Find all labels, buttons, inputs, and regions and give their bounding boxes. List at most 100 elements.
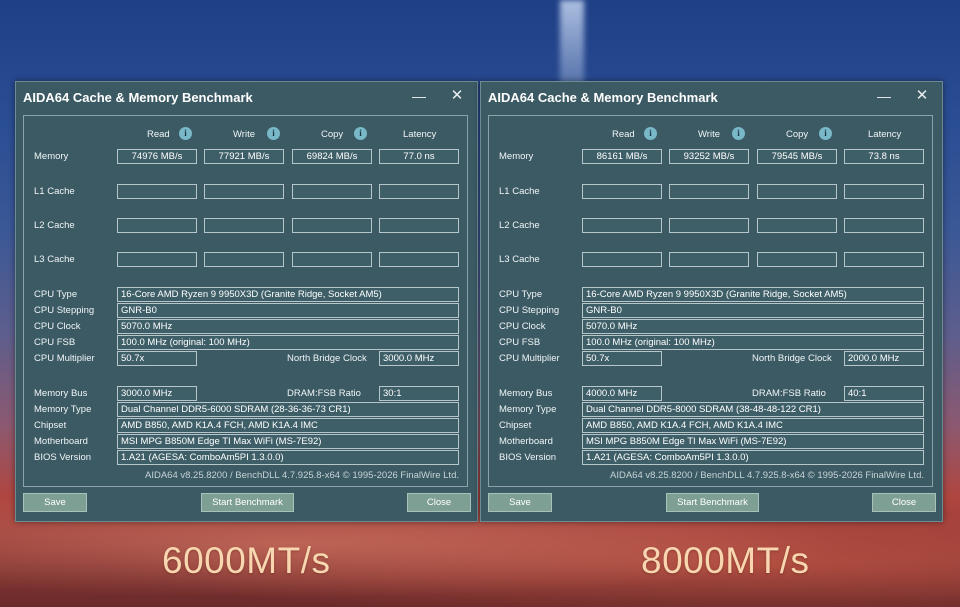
row-label-memory: Memory [34, 151, 69, 162]
l1-copy-value [292, 184, 372, 199]
chipset-value: AMD B850, AMD K1A.4 FCH, AMD K1A.4 IMC [117, 418, 459, 433]
cpu-fsb-value: 100.0 MHz (original: 100 MHz) [117, 335, 459, 350]
row-label-l2: L2 Cache [499, 220, 540, 231]
memory-read-value: 86161 MB/s [582, 149, 662, 164]
info-icon[interactable]: i [819, 127, 832, 140]
bios-version-value: 1.A21 (AGESA: ComboAm5PI 1.3.0.0) [117, 450, 459, 465]
label-cpu-multiplier: CPU Multiplier [499, 353, 560, 364]
l1-write-value [204, 184, 284, 199]
minimize-icon[interactable]: — [873, 86, 895, 106]
caption-left: 6000MT/s [162, 540, 331, 581]
label-memory-bus: Memory Bus [499, 388, 553, 399]
label-memory-type: Memory Type [499, 404, 557, 415]
memory-copy-value: 79545 MB/s [757, 149, 837, 164]
memory-latency-value: 77.0 ns [379, 149, 459, 164]
memory-bus-value: 4000.0 MHz [582, 386, 662, 401]
caption-right: 8000MT/s [641, 540, 810, 581]
close-icon[interactable]: ✕ [911, 86, 933, 106]
north-bridge-clock-value: 2000.0 MHz [844, 351, 924, 366]
l1-read-value [117, 184, 197, 199]
row-label-l2: L2 Cache [34, 220, 75, 231]
memory-type-value: Dual Channel DDR5-6000 SDRAM (28-36-36-7… [117, 402, 459, 417]
l3-latency-value [844, 252, 924, 267]
minimize-icon[interactable]: — [408, 86, 430, 106]
l3-write-value [669, 252, 749, 267]
label-bios-version: BIOS Version [34, 452, 92, 463]
cpu-stepping-value: GNR-B0 [117, 303, 459, 318]
title-bar: AIDA64 Cache & Memory Benchmark — ✕ [16, 82, 477, 112]
bios-version-value: 1.A21 (AGESA: ComboAm5PI 1.3.0.0) [582, 450, 924, 465]
close-icon[interactable]: ✕ [446, 86, 468, 106]
label-memory-bus: Memory Bus [34, 388, 88, 399]
column-latency: Latency [868, 129, 902, 140]
row-label-memory: Memory [499, 151, 534, 162]
memory-latency-value: 73.8 ns [844, 149, 924, 164]
memory-type-value: Dual Channel DDR5-8000 SDRAM (38-48-48-1… [582, 402, 924, 417]
row-label-l1: L1 Cache [499, 186, 540, 197]
cpu-type-value: 16-Core AMD Ryzen 9 9950X3D (Granite Rid… [582, 287, 924, 302]
memory-copy-value: 69824 MB/s [292, 149, 372, 164]
cpu-fsb-value: 100.0 MHz (original: 100 MHz) [582, 335, 924, 350]
version-footer: AIDA64 v8.25.8200 / BenchDLL 4.7.925.8-x… [609, 470, 924, 481]
motherboard-value: MSI MPG B850M Edge TI Max WiFi (MS-7E92) [117, 434, 459, 449]
label-motherboard: Motherboard [34, 436, 88, 447]
l2-write-value [669, 218, 749, 233]
start-benchmark-button[interactable]: Start Benchmark [666, 493, 759, 512]
l2-read-value [117, 218, 197, 233]
label-cpu-clock: CPU Clock [34, 321, 81, 332]
l1-write-value [669, 184, 749, 199]
label-chipset: Chipset [499, 420, 532, 431]
chipset-value: AMD B850, AMD K1A.4 FCH, AMD K1A.4 IMC [582, 418, 924, 433]
l2-copy-value [757, 218, 837, 233]
l2-latency-value [379, 218, 459, 233]
l3-copy-value [292, 252, 372, 267]
benchmark-window-6000: AIDA64 Cache & Memory Benchmark — ✕ Read… [15, 81, 478, 522]
l3-latency-value [379, 252, 459, 267]
label-chipset: Chipset [34, 420, 67, 431]
label-cpu-clock: CPU Clock [499, 321, 546, 332]
memory-write-value: 77921 MB/s [204, 149, 284, 164]
column-write: Write [698, 129, 720, 140]
l3-copy-value [757, 252, 837, 267]
window-title: AIDA64 Cache & Memory Benchmark [488, 90, 718, 105]
info-icon[interactable]: i [354, 127, 367, 140]
window-title: AIDA64 Cache & Memory Benchmark [23, 90, 253, 105]
results-panel: Read i Write i Copy i Latency Memory 749… [23, 115, 468, 487]
close-button[interactable]: Close [872, 493, 936, 512]
l1-latency-value [844, 184, 924, 199]
info-icon[interactable]: i [732, 127, 745, 140]
label-motherboard: Motherboard [499, 436, 553, 447]
info-icon[interactable]: i [267, 127, 280, 140]
l2-read-value [582, 218, 662, 233]
start-benchmark-button[interactable]: Start Benchmark [201, 493, 294, 512]
save-button[interactable]: Save [23, 493, 87, 512]
label-cpu-fsb: CPU FSB [34, 337, 76, 348]
l1-copy-value [757, 184, 837, 199]
label-bios-version: BIOS Version [499, 452, 557, 463]
l1-latency-value [379, 184, 459, 199]
column-copy: Copy [786, 129, 809, 140]
cpu-clock-value: 5070.0 MHz [582, 319, 924, 334]
cpu-multiplier-value: 50.7x [117, 351, 197, 366]
version-footer: AIDA64 v8.25.8200 / BenchDLL 4.7.925.8-x… [144, 470, 459, 481]
info-icon[interactable]: i [179, 127, 192, 140]
label-cpu-type: CPU Type [34, 289, 78, 300]
l3-read-value [582, 252, 662, 267]
label-cpu-type: CPU Type [499, 289, 543, 300]
label-dram-fsb-ratio: DRAM:FSB Ratio [752, 388, 826, 399]
label-cpu-stepping: CPU Stepping [499, 305, 560, 316]
column-write: Write [233, 129, 255, 140]
l1-read-value [582, 184, 662, 199]
save-button[interactable]: Save [488, 493, 552, 512]
label-cpu-stepping: CPU Stepping [34, 305, 95, 316]
label-cpu-multiplier: CPU Multiplier [34, 353, 95, 364]
cpu-stepping-value: GNR-B0 [582, 303, 924, 318]
label-north-bridge-clock: North Bridge Clock [752, 353, 832, 364]
l3-read-value [117, 252, 197, 267]
column-read: Read [612, 129, 635, 140]
memory-read-value: 74976 MB/s [117, 149, 197, 164]
close-button[interactable]: Close [407, 493, 471, 512]
memory-bus-value: 3000.0 MHz [117, 386, 197, 401]
cpu-type-value: 16-Core AMD Ryzen 9 9950X3D (Granite Rid… [117, 287, 459, 302]
info-icon[interactable]: i [644, 127, 657, 140]
